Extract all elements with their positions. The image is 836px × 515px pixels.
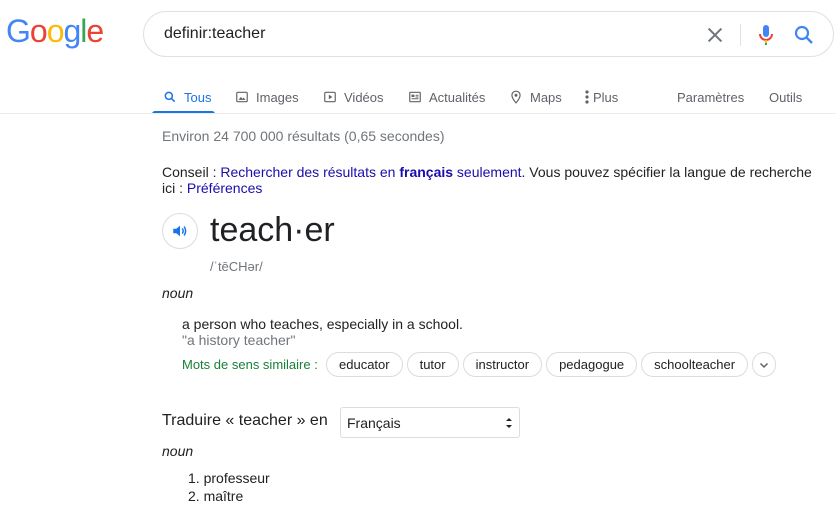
tab-label: Actualités [429,89,486,105]
more-synonyms-button[interactable] [752,352,776,377]
language-tip: Conseil : Rechercher des résultats en fr… [162,164,822,196]
logo-letter: e [86,13,104,49]
chevron-down-icon [759,362,769,368]
settings-label: Paramètres [677,89,745,105]
image-icon [234,89,250,105]
close-icon [707,27,723,43]
tab-images[interactable]: Images [234,82,299,112]
tab-label: Vidéos [344,89,384,105]
logo-letter: G [6,13,31,49]
search-input[interactable] [164,22,694,46]
tab-label: Tous [184,89,212,105]
search-icon [794,25,813,44]
logo-letter: o [46,13,65,49]
search-icon [162,89,178,105]
tab-all[interactable]: Tous [162,82,211,112]
mic-icon [759,25,773,45]
synonym-chip[interactable]: schoolteacher [641,352,749,377]
synonym-chip[interactable]: tutor [406,352,459,377]
search-box [143,11,834,57]
translation-item: 1. professeur [188,470,270,486]
synonym-chip[interactable]: pedagogue [546,352,638,377]
tabs-divider [0,113,836,114]
translation-part-of-speech: noun [162,443,194,459]
definition: a person who teaches, especially in a sc… [182,316,463,332]
voice-search-button[interactable] [754,23,778,47]
example: "a history teacher" [182,332,296,348]
synonym-chip[interactable]: instructor [462,352,543,377]
translation-list: 1. professeur 2. maître [188,469,270,505]
tab-label: Plus [593,89,619,105]
tab-maps[interactable]: Maps [508,82,562,112]
tab-label: Maps [530,89,562,105]
volume-icon [173,225,187,237]
settings-link[interactable]: Paramètres [677,82,744,112]
part-of-speech: noun [162,285,194,301]
tip-prefix: Conseil : [162,164,221,180]
preferences-link[interactable]: Préférences [187,180,262,196]
pronounce-button[interactable] [162,213,198,249]
language-select[interactable]: Français [340,407,520,438]
synonym-chips: educator tutor instructor pedagogue scho… [326,352,749,377]
tab-label: Images [256,89,299,105]
tools-label: Outils [769,89,803,105]
search-button[interactable] [792,23,816,47]
more-vert-icon [583,89,591,105]
translate-label: Traduire « teacher » en [162,412,328,429]
french-only-link[interactable]: Rechercher des résultats en français seu… [220,164,521,180]
video-icon [322,89,338,105]
select-arrows-icon [506,418,512,428]
selected-language: Français [347,414,401,431]
logo-letter: o [29,13,48,49]
map-pin-icon [508,89,524,105]
phonetic: /ˈtēCHər/ [210,259,263,274]
synonyms-label: Mots de sens similaire : [182,357,318,372]
tab-news[interactable]: Actualités [407,82,485,112]
tab-more[interactable]: Plus [583,82,618,112]
tab-videos[interactable]: Vidéos [322,82,384,112]
synonym-chip[interactable]: educator [326,352,403,377]
logo-letter: g [63,13,81,49]
news-icon [407,89,423,105]
google-logo[interactable]: Google [6,13,104,49]
clear-button[interactable] [704,24,726,46]
search-tabs: Tous Images Vidéos Actualités Maps Plus … [150,82,836,114]
result-stats: Environ 24 700 000 résultats (0,65 secon… [162,128,445,144]
headword: teach·er [210,211,335,249]
searchbox-divider [740,24,741,46]
tools-link[interactable]: Outils [769,82,802,112]
translation-item: 2. maître [188,488,244,504]
